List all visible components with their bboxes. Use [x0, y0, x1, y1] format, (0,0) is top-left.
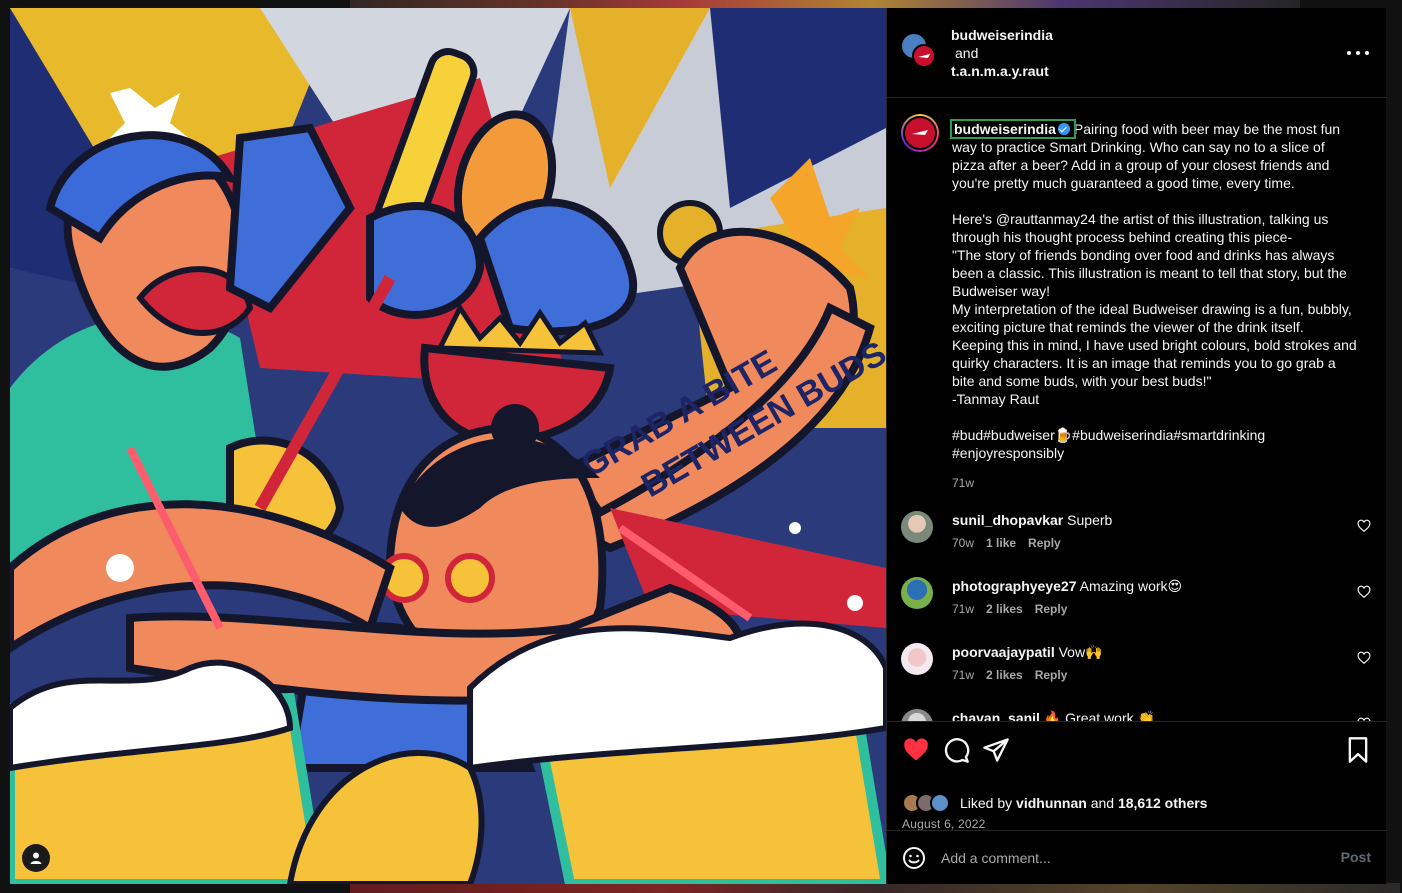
post-actions-bar — [887, 721, 1387, 791]
comment-time[interactable]: 71w — [952, 668, 974, 682]
post-comment-button[interactable]: Post — [1341, 849, 1371, 865]
reply-button[interactable]: Reply — [1035, 602, 1068, 616]
more-options-button[interactable] — [1347, 43, 1369, 63]
liked-others[interactable]: 18,612 others — [1118, 795, 1208, 811]
post-header: budweiserindia and t.a.n.m.a.y.raut — [887, 8, 1387, 98]
author-joiner: and — [955, 45, 979, 61]
comment-text: Superb — [1067, 512, 1113, 528]
collaborator-username[interactable]: t.a.n.m.a.y.raut — [951, 62, 1053, 80]
comment-icon[interactable] — [942, 736, 970, 764]
comments-scroll-area[interactable]: budweiserindia Pairing food with beer may… — [887, 99, 1387, 721]
comment: photographyeye27 Amazing work😍 71w 2 like… — [901, 577, 1371, 627]
liker-avatars[interactable] — [902, 793, 954, 813]
caption-time[interactable]: 71w — [952, 474, 1357, 492]
comment: poorvaajaypatil Vow🙌 71w 2 likes Reply — [901, 643, 1371, 693]
user-icon — [30, 852, 42, 864]
avatar[interactable] — [912, 44, 936, 68]
comment-username[interactable]: chavan_sanil — [952, 710, 1040, 721]
more-horizontal-icon — [1347, 51, 1351, 55]
share-icon[interactable] — [982, 736, 1010, 764]
post-date[interactable]: August 6, 2022 — [902, 817, 986, 831]
avatar[interactable] — [901, 643, 933, 675]
comment: sunil_dhopavkar Superb 70w 1 like Reply — [901, 511, 1371, 561]
heart-icon[interactable] — [1357, 651, 1371, 665]
avatar[interactable] — [901, 577, 933, 609]
caption-hashtags[interactable]: #bud#budweiser🍺#budweiserindia#smartdrin… — [952, 426, 1357, 462]
illustration: GRAB A BITE BETWEEN BUDS — [10, 8, 886, 884]
budweiser-logo-icon — [912, 130, 928, 135]
comment-time[interactable]: 70w — [952, 536, 974, 550]
avatar[interactable] — [901, 709, 933, 721]
add-comment-bar: Post — [887, 830, 1387, 884]
post-authors: budweiserindia and t.a.n.m.a.y.raut — [951, 26, 1053, 80]
avatar[interactable] — [901, 511, 933, 543]
reply-button[interactable]: Reply — [1028, 536, 1061, 550]
caption-avatar[interactable] — [901, 114, 939, 152]
comment-likes[interactable]: 1 like — [986, 536, 1016, 550]
post-modal: GRAB A BITE BETWEEN BUDS budweiserindia … — [10, 8, 1387, 884]
liked-by-user[interactable]: vidhunnan — [1016, 795, 1087, 811]
comment-username[interactable]: poorvaajaypatil — [952, 644, 1055, 660]
budweiser-logo-icon — [918, 54, 930, 58]
post-side-panel: budweiserindia and t.a.n.m.a.y.raut budw… — [886, 8, 1387, 884]
comment-text: Vow🙌 — [1058, 644, 1103, 660]
comment-likes[interactable]: 2 likes — [986, 668, 1023, 682]
avatar[interactable] — [930, 793, 950, 813]
emoji-icon[interactable] — [902, 846, 926, 870]
likes-text[interactable]: Liked by vidhunnan and 18,612 others — [960, 795, 1207, 811]
heart-icon[interactable] — [1357, 585, 1371, 599]
comment-username[interactable]: photographyeye27 — [952, 578, 1076, 594]
comment-username[interactable]: sunil_dhopavkar — [952, 512, 1063, 528]
caption-username[interactable]: budweiserindia — [950, 119, 1076, 139]
caption-text-2: Here's @rauttanmay24 the artist of this … — [952, 211, 1357, 407]
background-feed-strip — [350, 0, 1300, 8]
author-username[interactable]: budweiserindia — [951, 26, 1053, 44]
comment-likes[interactable]: 2 likes — [986, 602, 1023, 616]
heart-icon[interactable] — [1357, 519, 1371, 533]
tagged-user-button[interactable] — [22, 844, 50, 872]
bookmark-icon[interactable] — [1344, 736, 1372, 764]
post-image[interactable]: GRAB A BITE BETWEEN BUDS — [10, 8, 886, 884]
background-feed-strip — [350, 883, 1400, 893]
collab-avatars[interactable] — [902, 34, 938, 70]
comment-text: 🔥 Great work 👏 — [1043, 710, 1155, 721]
comment-text: Amazing work😍 — [1079, 578, 1183, 594]
verified-badge-icon — [1057, 123, 1070, 135]
heart-filled-icon[interactable] — [902, 736, 930, 764]
comment: chavan_sanil 🔥 Great work 👏 — [901, 709, 1371, 721]
comment-time[interactable]: 71w — [952, 602, 974, 616]
comment-input[interactable] — [941, 846, 1321, 870]
reply-button[interactable]: Reply — [1035, 668, 1068, 682]
